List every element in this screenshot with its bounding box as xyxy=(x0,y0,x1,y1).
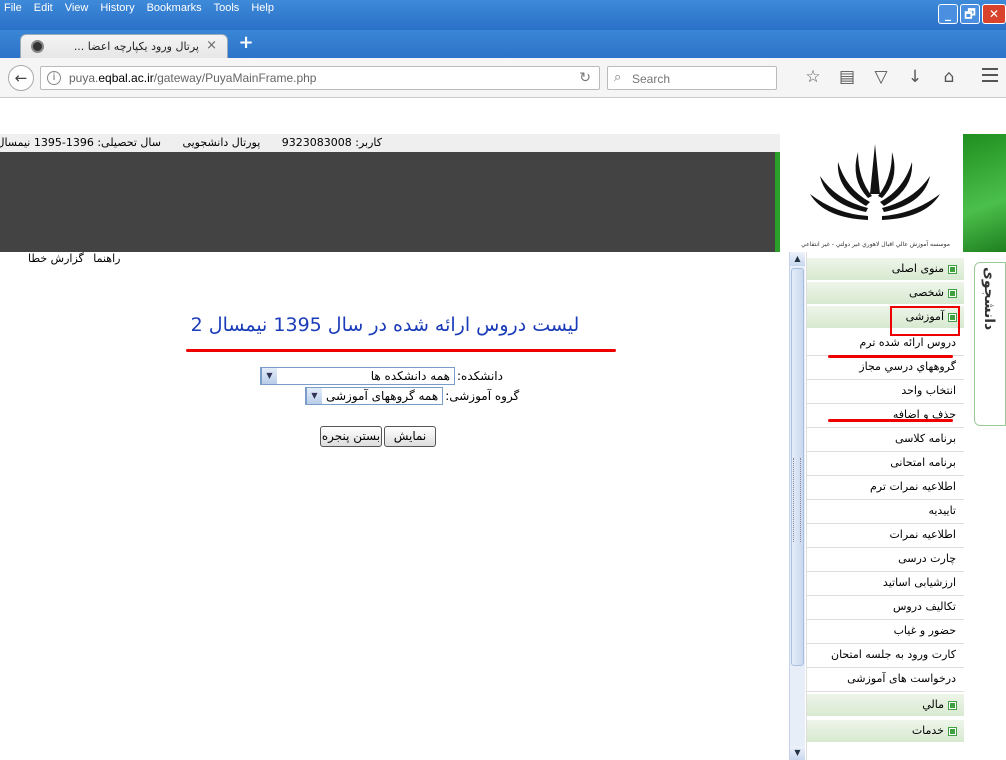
portal-name-text: پورتال دانشجویی xyxy=(182,136,261,149)
sidebar-item-class-schedule[interactable]: برنامه کلاسی xyxy=(807,428,964,452)
pocket-icon[interactable]: ▽ xyxy=(872,66,890,88)
download-icon[interactable]: ↓ xyxy=(906,66,924,88)
student-vertical-tab[interactable]: دانشجوی xyxy=(974,262,1006,426)
sidebar-item-grades[interactable]: اطلاعیه نمرات xyxy=(807,524,964,548)
menu-hamburger-icon[interactable] xyxy=(982,68,998,86)
sidebar-item-add-drop[interactable]: حذف و اضافه xyxy=(807,404,964,428)
menu-bookmarks[interactable]: Bookmarks xyxy=(147,2,202,14)
faculty-row: دانشکده: همه دانشکده ها ▼ xyxy=(260,367,503,385)
bookmarks-list-icon[interactable]: ▤ xyxy=(838,66,856,88)
help-link[interactable]: راهنما xyxy=(93,252,120,265)
menu-help[interactable]: Help xyxy=(251,2,274,14)
sidebar-item-confirmation[interactable]: تاییدیه xyxy=(807,500,964,524)
faculty-label: دانشکده: xyxy=(457,369,503,383)
logo-caption: موسسه آموزش عالي اقبال لاهوري غير دولتي … xyxy=(801,241,950,248)
search-icon: ⌕ xyxy=(614,70,622,85)
menu-file[interactable]: File xyxy=(4,2,22,14)
group-row: گروه آموزشی: همه گروههای آموزشی ▼ xyxy=(305,387,519,405)
scroll-up-icon[interactable]: ▲ xyxy=(790,252,805,266)
bullet-icon xyxy=(949,265,956,273)
annotation-underline xyxy=(186,349,616,352)
sidebar-item-teacher-evaluation[interactable]: ارزشیابی اساتید xyxy=(807,572,964,596)
academic-year-text: سال تحصیلی: 1396-1395 نیمسال اول xyxy=(0,136,161,149)
close-window-button[interactable]: ✕ xyxy=(982,4,1006,24)
group-select[interactable]: همه گروههای آموزشی ▼ xyxy=(305,387,444,405)
sidebar-item-term-grades[interactable]: اطلاعیه نمرات ترم xyxy=(807,476,964,500)
reload-icon[interactable]: ↻ xyxy=(579,70,591,86)
sidebar-item-attendance[interactable]: حضور و غیاب xyxy=(807,620,964,644)
bullet-icon xyxy=(949,701,956,709)
chevron-down-icon: ▼ xyxy=(306,388,322,404)
header-banner xyxy=(0,152,780,252)
sidebar-item-exam-schedule[interactable]: برنامه امتحانی xyxy=(807,452,964,476)
sidebar-item-financial[interactable]: مالي xyxy=(807,694,964,716)
new-tab-button[interactable]: + xyxy=(236,34,256,54)
report-error-link[interactable]: گزارش خطا xyxy=(28,252,84,265)
bookmark-star-icon[interactable]: ☆ xyxy=(804,66,822,88)
menu-history[interactable]: History xyxy=(100,2,134,14)
menu-bar: File Edit View History Bookmarks Tools H… xyxy=(0,0,1006,30)
menu-edit[interactable]: Edit xyxy=(34,2,53,14)
menu-view[interactable]: View xyxy=(65,2,89,14)
sidebar-item-assignments[interactable]: تکالیف دروس xyxy=(807,596,964,620)
annotation-box xyxy=(890,306,960,336)
sidebar-item-exam-card[interactable]: کارت ورود به جلسه امتحان xyxy=(807,644,964,668)
site-favicon-icon xyxy=(31,40,44,53)
page-title: لیست دروس ارائه شده در سال 1395 نیمسال 2 xyxy=(190,314,580,336)
info-icon[interactable]: i xyxy=(47,71,61,85)
sidebar-item-allowed-groups[interactable]: گروههاي درسي مجاز xyxy=(807,356,964,380)
url-text: puya.eqbal.ac.ir/gateway/PuyaMainFrame.p… xyxy=(69,71,317,85)
faculty-select[interactable]: همه دانشکده ها ▼ xyxy=(260,367,455,385)
scroll-down-icon[interactable]: ▼ xyxy=(790,746,805,760)
user-info-bar: کاربر: 9323083008 پورتال دانشجویی سال تح… xyxy=(0,134,780,152)
search-placeholder: Search xyxy=(632,72,671,86)
nav-bar: ← i puya.eqbal.ac.ir/gateway/PuyaMainFra… xyxy=(0,58,1006,134)
group-label: گروه آموزشی: xyxy=(445,389,520,403)
top-links: راهنما گزارش خطا xyxy=(22,252,120,265)
minimize-button[interactable]: _ xyxy=(938,4,958,24)
sidebar-item-personal[interactable]: شخصی xyxy=(807,282,964,304)
sidebar-item-main-menu[interactable]: منوی اصلی xyxy=(807,258,964,280)
sidebar-item-requests[interactable]: درخواست های آموزشی xyxy=(807,668,964,692)
user-id-text: کاربر: 9323083008 xyxy=(281,136,382,149)
lotus-logo-icon xyxy=(810,144,940,220)
scroll-grip xyxy=(793,458,801,542)
tab-strip: پرتال ورود یکپارچه اعضا ... × + xyxy=(0,30,1006,58)
menu-tools[interactable]: Tools xyxy=(214,2,240,14)
bullet-icon xyxy=(949,727,956,735)
url-bar[interactable]: i puya.eqbal.ac.ir/gateway/PuyaMainFrame… xyxy=(40,66,600,90)
tab-close-icon[interactable]: × xyxy=(206,38,217,53)
green-decoration xyxy=(963,134,1006,252)
show-button[interactable]: نمایش xyxy=(384,426,436,447)
tab-title: پرتال ورود یکپارچه اعضا ... xyxy=(73,40,199,53)
sidebar-item-study-chart[interactable]: چارت درسی xyxy=(807,548,964,572)
bullet-icon xyxy=(949,289,956,297)
sidebar-scrollbar[interactable]: ▲ ▼ xyxy=(789,252,805,760)
back-arrow-icon[interactable]: ← xyxy=(8,65,34,91)
maximize-button[interactable]: 🗗 xyxy=(960,4,980,24)
home-icon[interactable]: ⌂ xyxy=(940,66,958,88)
university-logo: موسسه آموزش عالي اقبال لاهوري غير دولتي … xyxy=(788,134,963,252)
annotation-underline xyxy=(828,419,953,422)
tab-portal[interactable]: پرتال ورود یکپارچه اعضا ... × xyxy=(20,34,228,58)
close-window-page-button[interactable]: بستن پنجره xyxy=(320,426,382,447)
sidebar-item-services[interactable]: خدمات xyxy=(807,720,964,742)
chevron-down-icon: ▼ xyxy=(261,368,277,384)
page-content: کاربر: 9323083008 پورتال دانشجویی سال تح… xyxy=(0,134,1006,760)
annotation-underline xyxy=(828,355,953,358)
search-input[interactable]: ⌕ Search xyxy=(607,66,777,90)
sidebar-item-course-selection[interactable]: انتخاب واحد xyxy=(807,380,964,404)
